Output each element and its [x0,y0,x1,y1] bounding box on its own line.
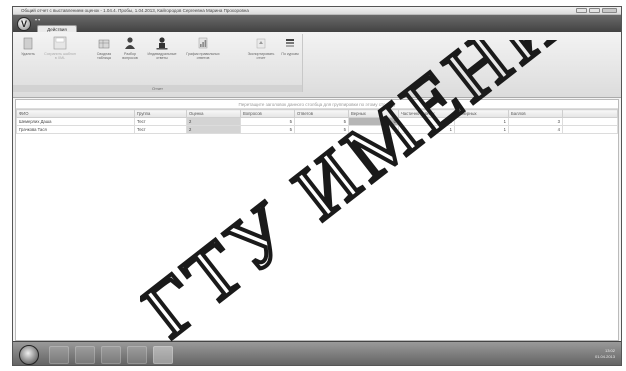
save-icon [53,36,67,50]
cell-wrong[interactable]: 1 [454,125,509,134]
ribbon-body: Удалить Сохранить шаблон в XML Сводная т… [13,32,621,98]
app-menu-button[interactable] [17,17,31,31]
window-controls [576,8,617,13]
delete-icon [23,37,33,50]
cell-group[interactable]: Тест [134,117,187,126]
individual-answers-button[interactable]: Индивидуальные ответы [145,36,179,60]
column-header-answers[interactable]: Ответов [294,109,349,118]
table-icon [98,39,110,49]
cell-points[interactable]: 4 [508,125,563,134]
question-analysis-button[interactable]: Разбор вопросов [117,36,143,60]
cell-questions[interactable]: 5 [240,125,295,134]
table-row[interactable]: Грачкова Тася Тест 2 5 5 0 1 1 4 [16,125,618,134]
export-report-button[interactable]: Экспортировать отчет [245,36,277,60]
maximize-button[interactable] [589,8,600,13]
cell-group[interactable]: Тест [134,125,187,134]
app-window: Общий отчет с выставлением оценок - 1.04… [12,6,622,366]
browser-icon[interactable] [75,346,95,364]
app-icon[interactable] [153,346,173,364]
window-title: Общий отчет с выставлением оценок - 1.04… [21,8,249,13]
export-report-label: Экспортировать отчет [247,52,275,60]
quick-access-toolbar[interactable]: ▾ ▾ [35,17,40,22]
group-label-report: Отчет [13,85,302,92]
delete-button[interactable]: Удалить [15,36,41,56]
delete-label: Удалить [21,52,35,56]
results-table: ФИО Группа Оценка Вопросов Ответов Верны… [16,109,618,134]
save-xml-button[interactable]: Сохранить шаблон в XML [43,36,77,60]
close-button[interactable] [602,8,617,13]
correct-answers-chart-button[interactable]: График правильных ответов [185,36,221,60]
column-header-points[interactable]: Баллов [508,109,563,118]
cell-points[interactable]: 3 [508,117,563,126]
save-xml-label: Сохранить шаблон в XML [44,52,76,60]
cell-spacer [562,117,618,126]
column-header-questions[interactable]: Вопросов [240,109,295,118]
report-panel: Перетащите заголовок данного столбца для… [15,99,619,341]
cell-partial[interactable]: 1 [398,125,455,134]
start-button[interactable] [19,345,39,365]
column-header-spacer [562,109,618,118]
user-icon [156,37,168,50]
by-courses-label: По курсам [281,52,299,56]
cell-name[interactable]: Грачкова Тася [16,125,135,134]
table-row[interactable]: Шемерлих Даша Тест 2 5 5 0 1 1 3 [16,117,618,126]
explorer-icon[interactable] [49,346,69,364]
question-analysis-label: Разбор вопросов [122,52,138,60]
taskbar: 13:02 01.04.2013 [13,341,621,365]
report-group: Удалить Сохранить шаблон в XML Сводная т… [13,34,303,92]
table-header-row: ФИО Группа Оценка Вопросов Ответов Верны… [16,109,618,118]
cell-spacer [562,125,618,134]
column-header-correct[interactable]: Верных [348,109,399,118]
users-icon [125,37,135,49]
group-by-hint: Перетащите заголовок данного столбца для… [16,100,618,109]
summary-table-button[interactable]: Сводная таблица [91,36,117,60]
column-header-partial[interactable]: Частично верных [398,109,455,118]
export-icon [256,38,266,49]
cell-partial[interactable]: 1 [398,117,455,126]
cell-name[interactable]: Шемерлих Даша [16,117,135,126]
summary-table-label: Сводная таблица [96,52,112,60]
cell-questions[interactable]: 5 [240,117,295,126]
column-header-name[interactable]: ФИО [16,109,135,118]
column-header-grade[interactable]: Оценка [186,109,241,118]
column-header-wrong[interactable]: Неверных [454,109,509,118]
correct-answers-chart-label: График правильных ответов [186,52,220,60]
filter-icon [286,39,294,47]
cell-grade[interactable]: 2 [186,125,241,134]
tray-date: 01.04.2013 [594,354,615,359]
individual-answers-label: Индивидуальные ответы [147,52,177,60]
cell-answers[interactable]: 5 [294,117,349,126]
cell-correct[interactable]: 0 [348,125,399,134]
skype-icon[interactable] [101,346,121,364]
system-tray[interactable]: 13:02 01.04.2013 [595,348,615,360]
cell-correct[interactable]: 0 [348,117,399,126]
cell-answers[interactable]: 5 [294,125,349,134]
folder-icon[interactable] [127,346,147,364]
ribbon-header: ▾ ▾ Действия [13,15,621,33]
by-courses-button[interactable]: По курсам [279,36,301,56]
column-header-group[interactable]: Группа [134,109,187,118]
cell-wrong[interactable]: 1 [454,117,509,126]
cell-grade[interactable]: 2 [186,117,241,126]
minimize-button[interactable] [576,8,587,13]
title-bar: Общий отчет с выставлением оценок - 1.04… [13,7,621,15]
chart-icon [198,37,208,49]
